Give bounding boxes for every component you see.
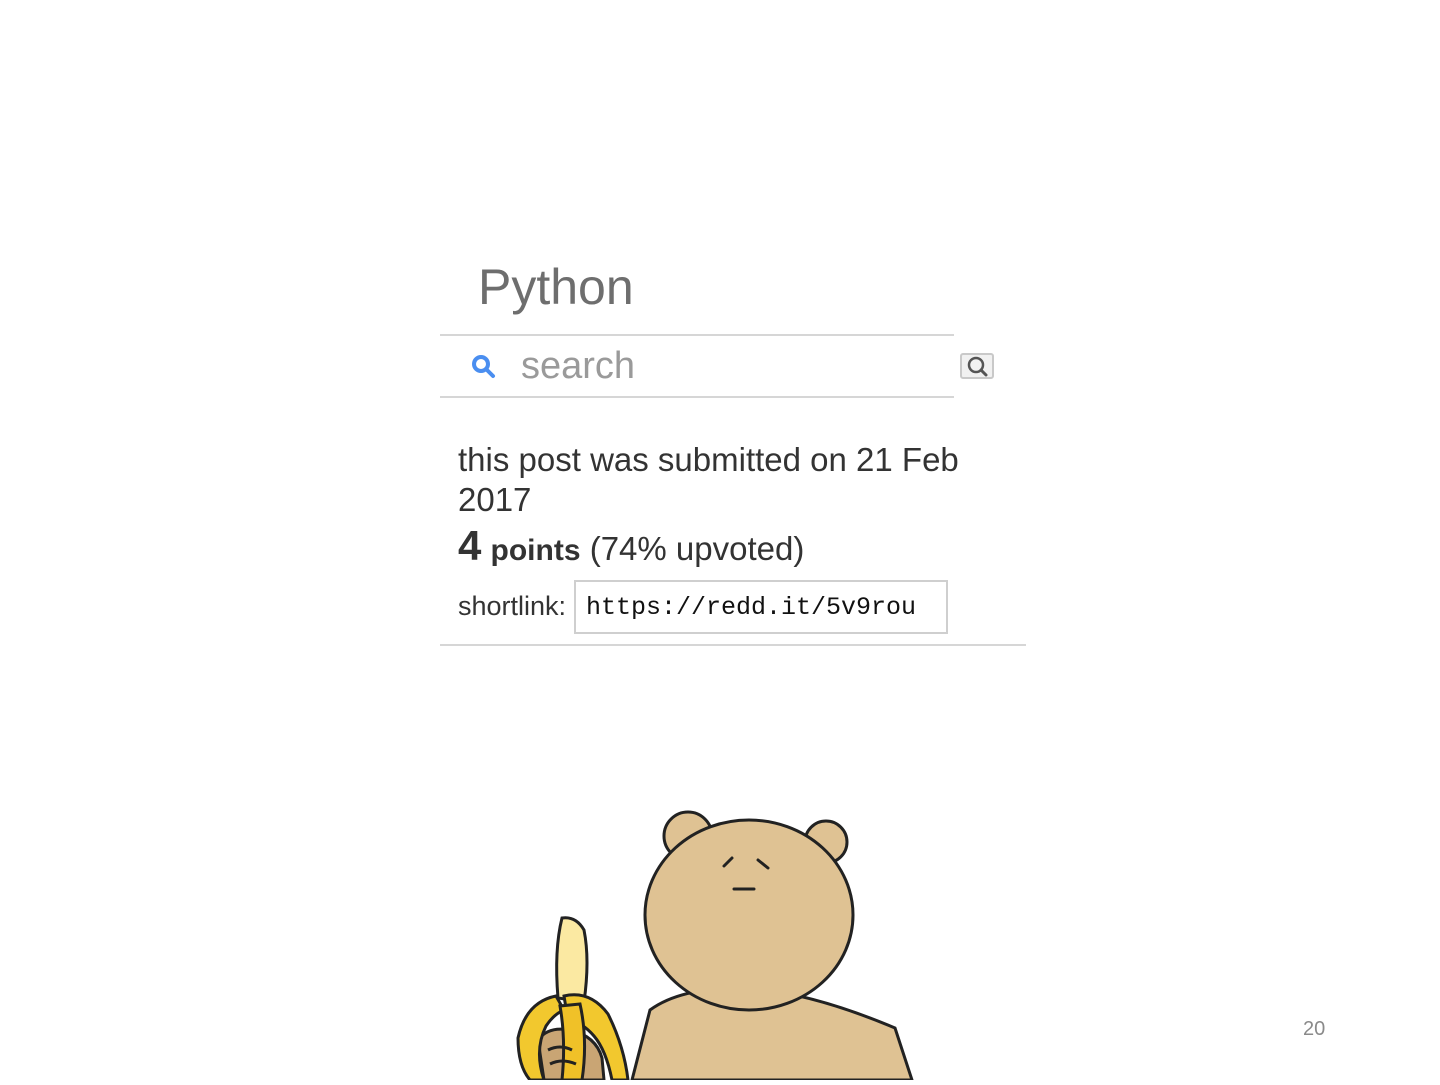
search-icon [470,353,498,381]
shortlink-field[interactable] [574,580,948,634]
submitted-date-text: this post was submitted on 21 Feb 2017 [458,441,959,518]
shortlink-label: shortlink: [458,591,567,621]
bear-with-banana-illustration [500,800,920,1082]
slide-page-number: 20 [1303,1018,1326,1040]
points-number: 4 [458,522,482,569]
upvoted-percentage: (74% upvoted) [589,530,805,567]
search-submit-button[interactable] [960,353,994,379]
points-label: points [490,534,581,567]
points-line: 4 points (74% upvoted) [458,524,804,573]
search-bottom-divider [440,396,954,398]
subreddit-title[interactable]: Python [478,262,634,312]
search-input[interactable] [521,343,941,389]
sidebar-bottom-divider [440,644,1026,646]
magnifier-icon [962,355,992,377]
